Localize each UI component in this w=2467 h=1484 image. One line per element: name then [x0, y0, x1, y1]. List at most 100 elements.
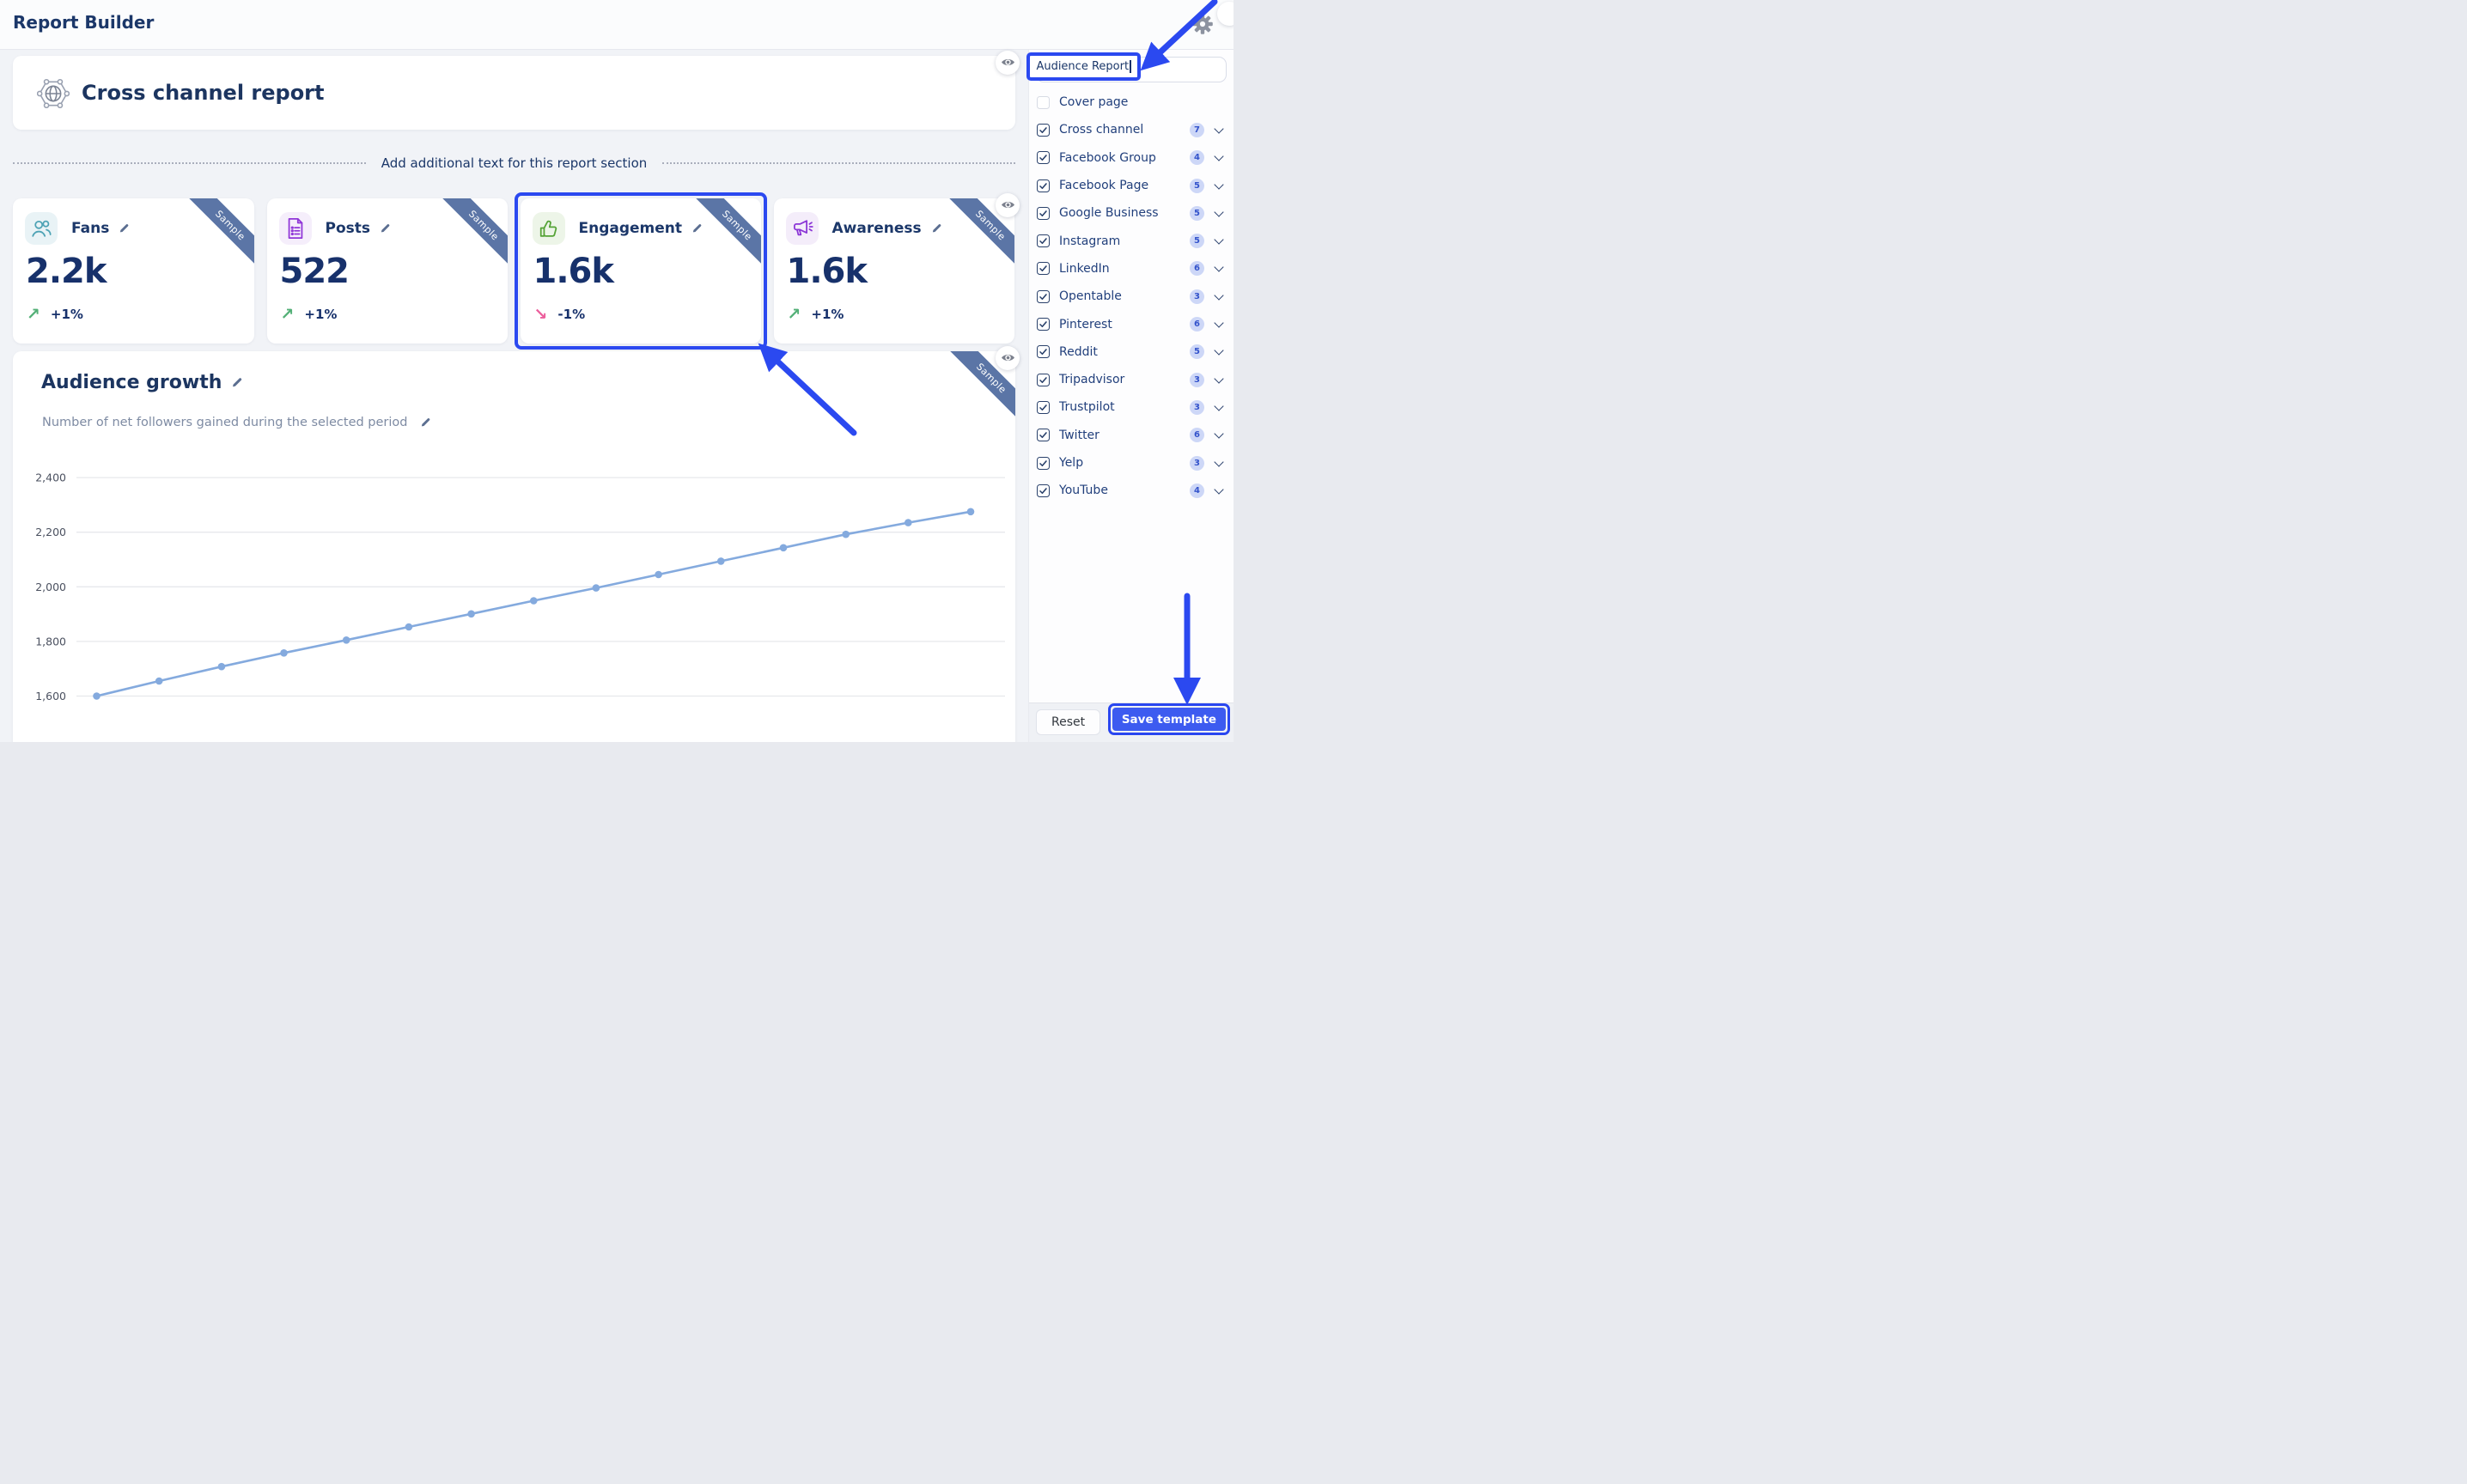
checkbox[interactable] [1037, 429, 1050, 442]
add-text-divider[interactable]: Add additional text for this report sect… [13, 150, 1015, 176]
trend-arrow-icon: ↗ [27, 304, 40, 324]
report-builder-app: Report Builder Cross channel report Add … [0, 0, 1234, 742]
chevron-down-icon[interactable] [1214, 456, 1224, 467]
count-badge: 5 [1190, 344, 1204, 360]
edit-pencil-icon[interactable] [231, 376, 243, 388]
checkbox[interactable] [1037, 289, 1050, 303]
sidebar-item-instagram[interactable]: Instagram 5 [1029, 227, 1234, 254]
metric-label: Posts [325, 219, 371, 237]
checkbox[interactable] [1037, 345, 1050, 359]
checkbox[interactable] [1037, 123, 1050, 137]
checkbox[interactable] [1037, 318, 1050, 331]
save-template-highlight: Save template [1107, 703, 1230, 735]
settings-gear-icon[interactable] [1192, 14, 1213, 34]
chevron-down-icon[interactable] [1214, 345, 1224, 356]
svg-text:1,600: 1,600 [35, 690, 66, 702]
sidebar: Cover page Cross channel 7 Facebook Grou… [1028, 49, 1234, 742]
count-badge: 4 [1190, 150, 1204, 166]
sidebar-item-label: Tripadvisor [1059, 373, 1125, 387]
sidebar-item-label: Opentable [1059, 289, 1122, 304]
sidebar-item-google-business[interactable]: Google Business 5 [1029, 199, 1234, 227]
sidebar-item-label: LinkedIn [1059, 261, 1110, 276]
trend-arrow-icon: ↗ [787, 304, 801, 324]
section-title: Cross channel report [82, 80, 325, 105]
sidebar-item-label: Twitter [1059, 428, 1099, 442]
count-badge: 5 [1190, 234, 1204, 249]
sidebar-item-twitter[interactable]: Twitter 6 [1029, 422, 1234, 449]
sidebar-item-facebook-group[interactable]: Facebook Group 4 [1029, 144, 1234, 172]
chevron-down-icon[interactable] [1214, 179, 1224, 190]
checkbox[interactable] [1037, 484, 1050, 497]
metric-trend: ↗ +1% [788, 305, 844, 324]
eye-toggle-icon[interactable] [996, 192, 1020, 217]
sidebar-item-facebook-page[interactable]: Facebook Page 5 [1029, 172, 1234, 199]
checkbox[interactable] [1037, 95, 1050, 109]
edit-pencil-icon[interactable] [119, 222, 130, 234]
chevron-down-icon[interactable] [1214, 401, 1224, 411]
metric-label: Awareness [831, 219, 922, 237]
sample-ribbon: Sample [684, 198, 761, 276]
count-badge: 6 [1190, 428, 1204, 443]
metric-value: 1.6k [786, 251, 868, 291]
sidebar-item-label: Facebook Page [1059, 179, 1149, 193]
trend-value: +1% [304, 306, 338, 322]
sidebar-item-opentable[interactable]: Opentable 3 [1029, 283, 1234, 310]
sample-ribbon: Sample [430, 198, 508, 276]
metric-value: 1.6k [533, 251, 614, 291]
sidebar-item-yelp[interactable]: Yelp 3 [1029, 449, 1234, 477]
metric-card-posts: Posts 522 ↗ +1% Sample [266, 198, 508, 344]
corner-eye-icon [1217, 2, 1234, 26]
sidebar-item-cover-page[interactable]: Cover page [1029, 88, 1234, 116]
checkbox[interactable] [1037, 151, 1050, 165]
checkbox[interactable] [1037, 400, 1050, 414]
sidebar-item-label: Reddit [1059, 344, 1098, 359]
chevron-down-icon[interactable] [1214, 290, 1224, 301]
sidebar-item-linkedin[interactable]: LinkedIn 6 [1029, 255, 1234, 283]
chevron-down-icon[interactable] [1214, 484, 1224, 495]
edit-pencil-icon[interactable] [420, 417, 431, 428]
chevron-down-icon[interactable] [1214, 318, 1224, 328]
sidebar-item-cross-channel[interactable]: Cross channel 7 [1029, 116, 1234, 143]
metric-card-awareness: Awareness 1.6k ↗ +1% Sample [773, 198, 1014, 344]
chevron-down-icon[interactable] [1214, 429, 1224, 439]
svg-text:2,400: 2,400 [35, 471, 66, 484]
chevron-down-icon[interactable] [1214, 207, 1224, 217]
checkbox[interactable] [1037, 234, 1050, 248]
eye-toggle-icon[interactable] [996, 345, 1020, 370]
trend-arrow-icon: ↗ [280, 304, 295, 324]
eye-toggle-icon[interactable] [996, 50, 1020, 75]
save-template-button[interactable]: Save template [1112, 708, 1226, 731]
sample-ribbon: Sample [176, 198, 254, 276]
count-badge: 7 [1190, 122, 1204, 137]
page-title: Report Builder [13, 12, 155, 33]
report-canvas: Cross channel report Add additional text… [0, 49, 1029, 742]
svg-text:2,000: 2,000 [35, 580, 66, 593]
template-name-highlight[interactable]: Audience Report [1026, 52, 1141, 81]
sample-ribbon-label: Sample [684, 198, 761, 276]
checkbox[interactable] [1037, 456, 1050, 470]
checkbox[interactable] [1037, 179, 1050, 192]
sidebar-item-label: Pinterest [1059, 317, 1112, 331]
checkbox[interactable] [1037, 206, 1050, 220]
chevron-down-icon[interactable] [1214, 373, 1224, 384]
sidebar-item-reddit[interactable]: Reddit 5 [1029, 338, 1234, 366]
chevron-down-icon[interactable] [1214, 124, 1224, 134]
count-badge: 5 [1190, 178, 1204, 193]
chevron-down-icon[interactable] [1214, 151, 1224, 161]
cross-channel-report-card: Cross channel report [13, 50, 1020, 130]
sidebar-item-pinterest[interactable]: Pinterest 6 [1029, 310, 1234, 338]
checkbox[interactable] [1037, 262, 1050, 276]
chevron-down-icon[interactable] [1214, 262, 1224, 273]
sidebar-item-label: YouTube [1059, 484, 1108, 498]
metric-trend: ↗ +1% [27, 305, 83, 324]
chevron-down-icon[interactable] [1214, 234, 1224, 245]
sidebar-item-trustpilot[interactable]: Trustpilot 3 [1029, 393, 1234, 421]
sidebar-item-tripadvisor[interactable]: Tripadvisor 3 [1029, 366, 1234, 393]
sidebar-item-youtube[interactable]: YouTube 4 [1029, 477, 1234, 504]
checkbox[interactable] [1037, 373, 1050, 386]
edit-pencil-icon[interactable] [380, 222, 391, 234]
metric-trend: ↗ +1% [281, 305, 338, 324]
metrics-row: Fans 2.2k ↗ +1% Sample Posts 522 ↗ +1% S… [13, 192, 1020, 350]
template-name-value: Audience Report [1036, 59, 1130, 73]
reset-button[interactable]: Reset [1036, 709, 1101, 735]
